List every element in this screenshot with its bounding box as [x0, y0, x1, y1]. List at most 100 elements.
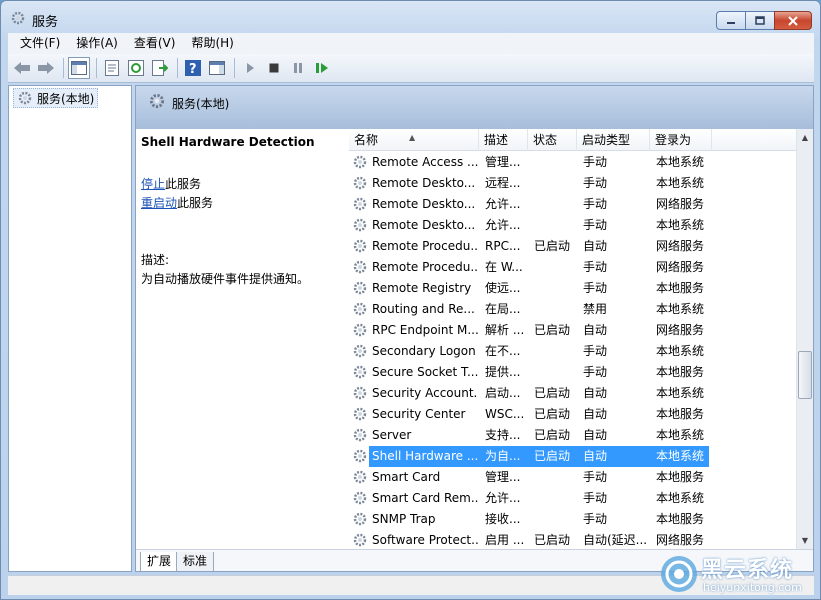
restart-icon: [316, 63, 328, 73]
show-hide-console-tree-button[interactable]: [68, 57, 90, 79]
help-button[interactable]: ?: [182, 57, 204, 79]
menu-file[interactable]: 文件(F): [12, 33, 68, 54]
stop-service-button[interactable]: [263, 57, 285, 79]
menu-action[interactable]: 操作(A): [68, 33, 126, 54]
sort-ascending-icon: ▲: [409, 133, 416, 142]
close-button[interactable]: [774, 11, 812, 30]
scrollbar-thumb[interactable]: [798, 351, 812, 399]
service-gear-icon: [353, 365, 367, 379]
column-header-description[interactable]: 描述: [479, 129, 528, 151]
cell-startup-type: 手动: [583, 260, 608, 274]
cell-name: Shell Hardware ...: [372, 449, 478, 463]
cell-startup-type: 自动(延迟...: [583, 533, 648, 547]
table-row[interactable]: Remote Procedu... RPC... 已启动 自动 网络服务: [349, 236, 796, 257]
window-title: 服务: [32, 15, 59, 30]
show-hide-action-pane-button[interactable]: [206, 57, 228, 79]
table-row[interactable]: Server 支持... 已启动 自动 本地系统: [349, 425, 796, 446]
table-row[interactable]: Smart Card 管理... 手动 本地服务: [349, 467, 796, 488]
cell-status: 已启动: [534, 386, 571, 400]
column-header-status[interactable]: 状态: [528, 129, 577, 151]
cell-log-on-as: 本地系统: [656, 218, 705, 232]
cell-startup-type: 自动: [583, 239, 608, 253]
restart-service-link[interactable]: 重启动: [141, 196, 177, 210]
cell-log-on-as: 本地系统: [656, 302, 705, 316]
service-gear-icon: [353, 470, 367, 484]
table-row[interactable]: Remote Registry 使远... 手动 本地服务: [349, 278, 796, 299]
cell-name: Security Account...: [372, 386, 478, 400]
refresh-button[interactable]: [125, 57, 147, 79]
stop-service-link[interactable]: 停止: [141, 177, 165, 191]
panel-title: 服务(本地): [172, 97, 230, 111]
column-header-startup-type[interactable]: 启动类型: [577, 129, 650, 151]
cell-description: 启用 ...: [485, 533, 525, 547]
vertical-scrollbar[interactable]: ▲ ▼: [796, 129, 813, 549]
cell-description: RPC...: [485, 239, 521, 253]
back-button[interactable]: [11, 57, 33, 79]
table-row[interactable]: Security Account... 启动... 已启动 自动 本地系统: [349, 383, 796, 404]
cell-startup-type: 手动: [583, 491, 608, 505]
table-row[interactable]: Shell Hardware ... 为自... 已启动 自动 本地系统: [349, 446, 796, 467]
tab-extended[interactable]: 扩展: [140, 552, 179, 571]
table-row[interactable]: SNMP Trap 接收... 手动 本地服务: [349, 509, 796, 530]
table-row[interactable]: Remote Procedu... 在 W... 手动 网络服务: [349, 257, 796, 278]
start-service-button[interactable]: [239, 57, 261, 79]
scroll-up-arrow-icon[interactable]: ▲: [797, 129, 813, 146]
svg-text:?: ?: [189, 62, 197, 76]
restart-service-button[interactable]: [311, 57, 333, 79]
cell-name: RPC Endpoint M...: [372, 323, 478, 337]
cell-name: SNMP Trap: [372, 512, 436, 526]
service-gear-icon: [353, 407, 367, 421]
properties-button[interactable]: [101, 57, 123, 79]
services-gear-icon: [18, 91, 32, 105]
cell-description: 解析 ...: [485, 323, 525, 337]
toolbar-separator: [63, 58, 64, 78]
cell-log-on-as: 网络服务: [656, 260, 705, 274]
table-row[interactable]: Remote Deskto... 允许... 手动 本地系统: [349, 215, 796, 236]
minimize-button[interactable]: [716, 11, 746, 30]
action-pane-icon: [209, 61, 225, 75]
table-row[interactable]: Smart Card Rem... 允许... 手动 本地系统: [349, 488, 796, 509]
service-gear-icon: [353, 449, 367, 463]
table-row[interactable]: Security Center WSC... 已启动 自动 本地服务: [349, 404, 796, 425]
console-tree: 服务(本地): [8, 85, 132, 572]
menu-view[interactable]: 查看(V): [126, 33, 184, 54]
cell-log-on-as: 本地服务: [656, 365, 705, 379]
maximize-button[interactable]: [745, 11, 775, 30]
table-row[interactable]: Remote Deskto... 允许... 手动 网络服务: [349, 194, 796, 215]
cell-log-on-as: 本地服务: [656, 407, 705, 421]
cell-status: 已启动: [534, 407, 571, 421]
scroll-down-arrow-icon[interactable]: ▼: [797, 532, 813, 549]
cell-log-on-as: 网络服务: [656, 197, 705, 211]
cell-log-on-as: 网络服务: [656, 239, 705, 253]
table-row[interactable]: Secondary Logon 在不... 手动 本地系统: [349, 341, 796, 362]
table-row[interactable]: Routing and Re... 在局... 禁用 本地系统: [349, 299, 796, 320]
stop-service-suffix: 此服务: [165, 177, 202, 191]
table-row[interactable]: Software Protect... 启用 ... 已启动 自动(延迟... 网络服务: [349, 530, 796, 551]
cell-description: 允许...: [485, 218, 521, 232]
menu-help[interactable]: 帮助(H): [183, 33, 241, 54]
cell-status: 已启动: [534, 449, 571, 463]
tree-item-services-local[interactable]: 服务(本地): [13, 88, 99, 108]
service-gear-icon: [353, 386, 367, 400]
forward-button[interactable]: [35, 57, 57, 79]
pause-service-button[interactable]: [287, 57, 309, 79]
services-gear-icon: [11, 11, 25, 25]
cell-name: Secondary Logon: [372, 344, 476, 358]
tab-standard[interactable]: 标准: [176, 552, 215, 571]
column-header-log-on-as[interactable]: 登录为: [650, 129, 712, 151]
cell-log-on-as: 本地系统: [656, 491, 705, 505]
table-row[interactable]: Remote Access ... 管理... 手动 本地系统: [349, 152, 796, 173]
cell-description: 在不...: [485, 344, 521, 358]
cell-name: Server: [372, 428, 412, 442]
column-header-name[interactable]: ▲ 名称: [349, 129, 479, 151]
cell-name: Routing and Re...: [372, 302, 475, 316]
export-list-button[interactable]: [149, 57, 171, 79]
table-row[interactable]: RPC Endpoint M... 解析 ... 已启动 自动 网络服务: [349, 320, 796, 341]
table-row[interactable]: Remote Deskto... 远程... 手动 本地系统: [349, 173, 796, 194]
cell-name: Smart Card Rem...: [372, 491, 478, 505]
cell-log-on-as: 本地系统: [656, 155, 705, 169]
cell-name: Remote Deskto...: [372, 218, 476, 232]
service-gear-icon: [353, 323, 367, 337]
services-panel: 服务(本地) Shell Hardware Detection 停止此服务 重启…: [135, 85, 814, 572]
table-row[interactable]: Secure Socket T... 提供... 手动 本地服务: [349, 362, 796, 383]
